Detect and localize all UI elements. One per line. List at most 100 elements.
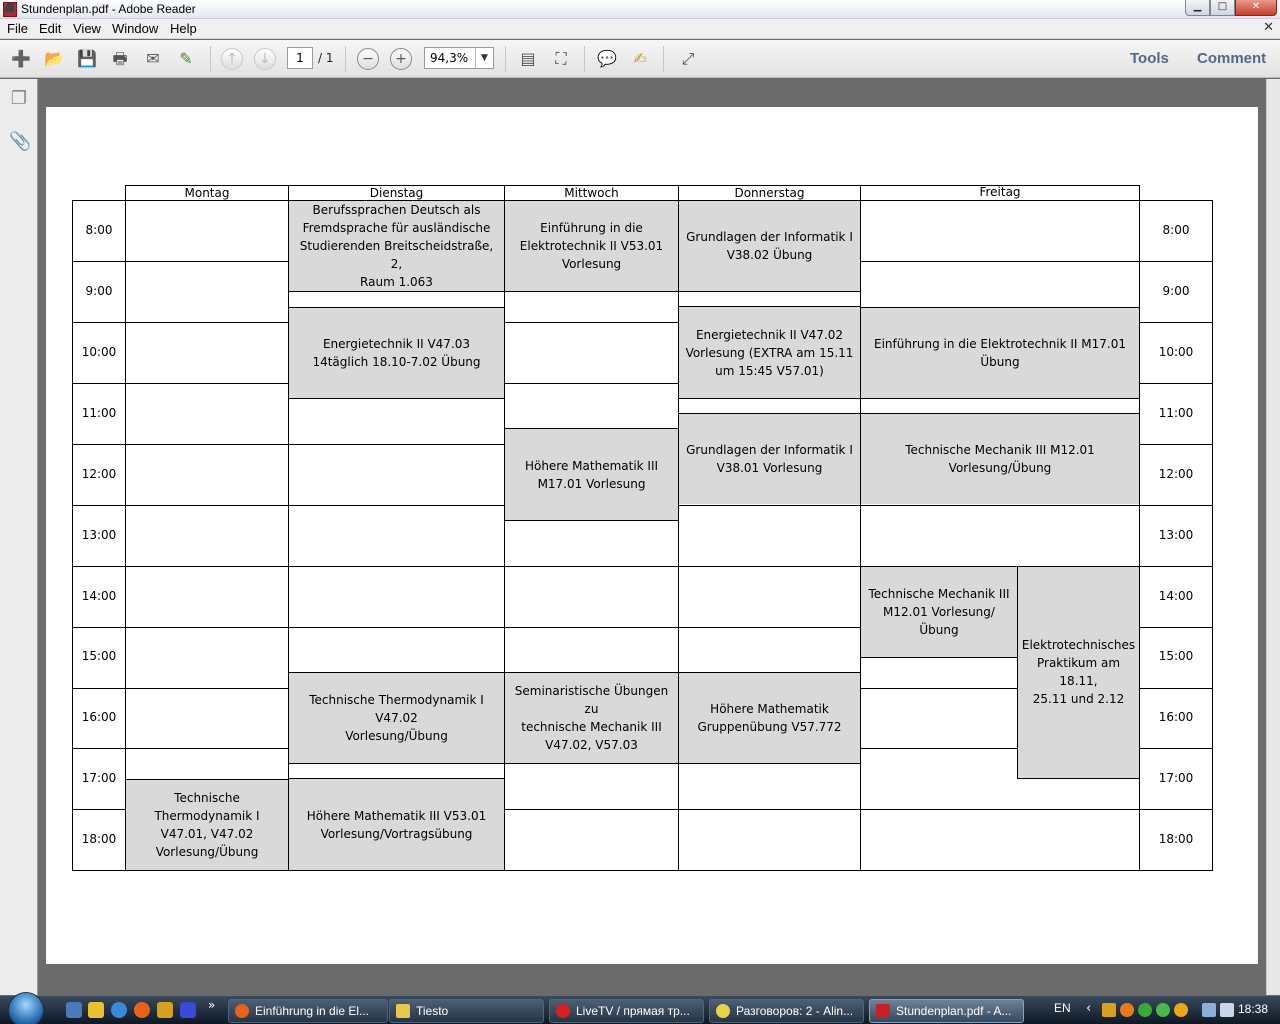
open-file-icon[interactable]: 📂 [42,48,66,70]
create-pdf-icon[interactable]: ➕ [9,48,33,70]
grid-line [288,505,504,506]
task-label: Разговоров: 2 - Alin... [736,1004,854,1018]
task-firefox[interactable]: Einführung in die El... [228,999,388,1023]
tray-app-icon[interactable] [1174,1003,1188,1017]
grid-line [125,261,288,262]
event-block: Berufssprachen Deutsch als Fremdsprache … [289,201,504,291]
page-number-input[interactable]: 1 [287,47,313,69]
zoom-in-icon[interactable]: + [390,48,412,70]
grid-line [504,763,678,764]
grid-line [288,763,504,764]
task-opera[interactable]: LiveTV / прямая тр... [549,999,704,1023]
highlight-icon[interactable]: ✍ [628,48,652,70]
vertical-scrollbar[interactable] [1266,79,1280,995]
grid-line [678,566,860,567]
grid-line [1139,505,1212,506]
expand-icon[interactable]: ⤢ [676,48,700,70]
internet-explorer-icon[interactable] [111,1002,127,1018]
fit-page-icon[interactable]: ▤ [516,48,540,70]
task-chat[interactable]: Разговоров: 2 - Alin... [709,999,864,1023]
event-block: Technische Mechanik III M12.01 Vorlesung… [861,414,1139,504]
event-block: Energietechnik II V47.02 Vorlesung (EXTR… [679,307,860,398]
grid-line [72,505,125,506]
grid-line [504,627,678,628]
previous-page-icon[interactable]: ↑ [221,48,243,70]
grid-line [1139,444,1212,445]
tray-app-icon[interactable] [1102,1003,1116,1017]
menu-window[interactable]: Window [112,21,158,36]
close-button[interactable]: ✕ [1235,0,1277,16]
grid-line [125,566,288,567]
grid-line [72,322,125,323]
grid-line [125,627,288,628]
grid-line [504,291,678,292]
menu-bar: File Edit View Window Help ✕ [0,19,1280,39]
task-adobe-reader[interactable]: Stundenplan.pdf - A... [869,999,1024,1023]
grid-line [72,566,125,567]
grid-line [678,809,860,810]
toolbar-divider [505,46,506,72]
time-label: 12:00 [81,467,117,481]
event-block: Seminaristische Übungen zu technische Me… [505,673,678,763]
next-page-icon[interactable]: ↓ [254,48,276,70]
grid-line [72,870,1213,871]
save-icon[interactable]: 💾 [75,48,99,70]
grid-line [860,505,1139,506]
show-desktop-icon[interactable] [66,1002,82,1018]
menu-edit[interactable]: Edit [39,21,61,36]
review-icon[interactable]: ✎ [174,48,198,70]
tray-app-icon[interactable] [1138,1003,1152,1017]
fit-width-icon[interactable]: ⛶ [549,48,573,70]
grid-line [125,748,288,749]
pdf-icon [876,1004,890,1018]
grid-line [125,779,288,780]
firefox-icon[interactable] [134,1002,150,1018]
language-indicator[interactable]: EN [1054,1001,1071,1015]
grid-line [504,428,678,429]
time-label: 8:00 [1162,223,1190,237]
email-icon[interactable]: ✉ [141,48,165,70]
toolbar-divider [210,46,211,72]
menu-view[interactable]: View [73,21,101,36]
start-button[interactable] [8,992,44,1024]
zoom-out-icon[interactable]: − [357,48,379,70]
page-total: / 1 [318,51,334,65]
sticky-note-icon[interactable]: 💬 [595,48,619,70]
more-quicklaunch-icon[interactable]: » [208,998,215,1012]
menu-help[interactable]: Help [170,21,197,36]
save-shortcut-icon[interactable] [180,1002,196,1018]
quicklaunch-icon[interactable] [157,1002,173,1018]
time-label: 17:00 [81,771,117,785]
tray-app-icon[interactable] [1120,1003,1134,1017]
clock[interactable]: 18:38 [1238,1002,1268,1016]
pdf-icon: ⬛ [3,2,17,17]
attachments-icon[interactable]: 📎 [9,131,31,153]
window-title: Stundenplan.pdf - Adobe Reader [21,2,196,16]
page-thumbnails-icon[interactable]: ❐ [9,88,29,110]
grid-line [72,383,125,384]
chevron-down-icon[interactable]: ▼ [475,48,493,68]
show-hidden-icons-icon[interactable]: ‹ [1086,1001,1091,1016]
grid-line [860,748,1017,749]
utorrent-icon[interactable] [1156,1003,1170,1017]
grid-line [1139,261,1212,262]
minimize-button[interactable]: ▁ [1185,0,1210,16]
grid-line [288,627,504,628]
task-folder[interactable]: Tiesto [389,999,544,1023]
print-icon[interactable]: 🖶 [108,48,132,70]
comment-pane-button[interactable]: Comment [1197,50,1266,67]
tools-pane-button[interactable]: Tools [1130,50,1169,67]
grid-line [678,291,860,292]
close-document-icon[interactable]: ✕ [1263,20,1274,35]
grid-line [504,520,678,521]
media-player-icon[interactable] [88,1002,104,1018]
zoom-select[interactable]: 94,3% ▼ [424,47,494,69]
grid-line [1212,200,1213,871]
grid-line [678,306,860,307]
network-icon[interactable] [1202,1003,1216,1017]
menu-file[interactable]: File [7,21,28,36]
grid-line [72,261,125,262]
maximize-button[interactable]: □ [1210,0,1235,16]
volume-icon[interactable] [1220,1003,1234,1017]
event-block: Technische Mechanik III M12.01 Vorlesung… [861,566,1017,657]
